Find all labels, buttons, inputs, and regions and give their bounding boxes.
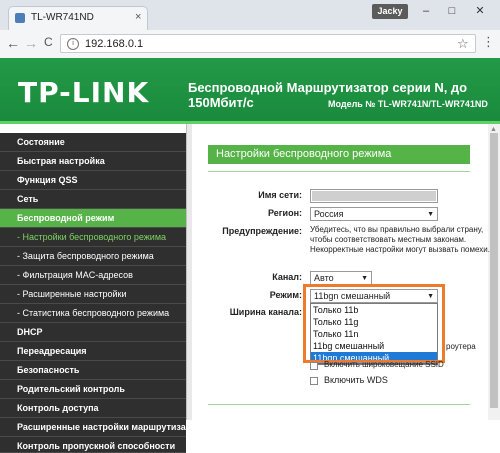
section-bottom-divider <box>208 404 470 405</box>
sidebar-item-qss[interactable]: Функция QSS <box>0 171 186 190</box>
channel-label: Канал: <box>272 272 302 282</box>
back-arrow-icon[interactable]: ← <box>6 35 20 51</box>
forward-arrow-icon[interactable]: → <box>24 35 38 51</box>
browser-menu-icon[interactable]: ⋮ <box>482 34 495 50</box>
tab-title: TL-WR741ND <box>31 12 94 23</box>
ssid-label: Имя сети: <box>258 190 302 200</box>
sidebar-item-advanced-routing[interactable]: Расширенные настройки маршрутизации <box>0 418 186 437</box>
region-select[interactable]: Россия ▼ <box>310 207 438 221</box>
minimize-icon[interactable]: – <box>416 4 436 18</box>
router-note: роутера <box>446 342 476 351</box>
section-divider <box>208 171 470 172</box>
sidebar-item-dhcp[interactable]: DHCP <box>0 323 186 342</box>
sidebar-item-network[interactable]: Сеть <box>0 190 186 209</box>
channel-select[interactable]: Авто ▼ <box>310 271 372 285</box>
sidebar-item-wireless-security[interactable]: - Защита беспроводного режима <box>0 247 186 266</box>
scrollbar-thumb[interactable] <box>490 133 498 408</box>
tab-close-icon[interactable]: × <box>135 11 141 23</box>
scroll-up-icon[interactable]: ▲ <box>490 126 497 133</box>
highlight-annotation <box>303 284 445 363</box>
sidebar-menu: Состояние Быстрая настройка Функция QSS … <box>0 124 186 453</box>
channel-value: Авто <box>314 273 334 283</box>
maximize-icon[interactable]: □ <box>442 4 462 18</box>
warning-label: Предупреждение: <box>222 226 302 236</box>
region-value: Россия <box>314 209 344 219</box>
favicon-icon <box>15 13 25 23</box>
sidebar-item-wireless-stats[interactable]: - Статистика беспроводного режима <box>0 304 186 323</box>
profile-badge[interactable]: Jacky <box>372 4 408 19</box>
region-label: Регион: <box>268 208 302 218</box>
channel-width-label: Ширина канала: <box>229 307 302 317</box>
bookmark-star-icon[interactable]: ☆ <box>457 36 469 52</box>
wds-checkbox[interactable] <box>310 377 318 385</box>
sidebar-item-parental[interactable]: Родительский контроль <box>0 380 186 399</box>
ssid-input[interactable] <box>310 189 438 203</box>
sidebar-item-status[interactable]: Состояние <box>0 133 186 152</box>
reload-icon[interactable]: C <box>44 35 53 49</box>
sidebar-item-mac-filter[interactable]: - Фильтрация MAC-адресов <box>0 266 186 285</box>
sidebar-item-access-control[interactable]: Контроль доступа <box>0 399 186 418</box>
sidebar-item-quick-setup[interactable]: Быстрая настройка <box>0 152 186 171</box>
sidebar-item-wireless-settings[interactable]: - Настройки беспроводного режима <box>0 228 186 247</box>
tplink-logo: TP-LINK <box>18 76 150 109</box>
ssid-broadcast-label: Включить широковещание SSID <box>324 360 444 369</box>
warning-text: Убедитесь, что вы правильно выбрали стра… <box>310 225 490 254</box>
ssid-redacted-value <box>312 191 436 201</box>
section-title: Настройки беспроводного режима <box>208 145 470 164</box>
url-text: 192.168.0.1 <box>85 38 144 50</box>
sidebar-item-security[interactable]: Безопасность <box>0 361 186 380</box>
sidebar-item-wireless-advanced[interactable]: - Расширенные настройки <box>0 285 186 304</box>
dropdown-arrow-icon: ▼ <box>427 211 434 218</box>
sidebar-item-wireless[interactable]: Беспроводной режим <box>0 209 186 228</box>
mode-label: Режим: <box>269 290 302 300</box>
wds-label: Включить WDS <box>324 375 388 385</box>
info-icon: i <box>67 38 79 50</box>
sidebar-item-forwarding[interactable]: Переадресация <box>0 342 186 361</box>
browser-tab[interactable]: TL-WR741ND × <box>8 6 148 30</box>
sidebar-item-bandwidth[interactable]: Контроль пропускной способности <box>0 437 186 453</box>
ssid-broadcast-checkbox[interactable] <box>310 362 318 370</box>
header-model: Модель № TL-WR741N/TL-WR741ND <box>328 99 488 109</box>
window-close-icon[interactable]: ✕ <box>470 4 490 18</box>
address-bar[interactable]: i 192.168.0.1 ☆ <box>60 34 476 53</box>
